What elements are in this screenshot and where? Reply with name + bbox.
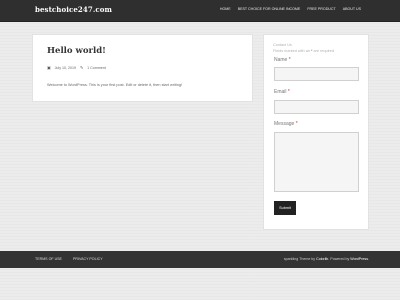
- site-footer: TERMS OF USE PRIVACY POLICY sparkling Th…: [0, 251, 400, 268]
- required-note: Fields marked with an * are required: [273, 48, 335, 53]
- footer-link-terms[interactable]: TERMS OF USE: [35, 257, 62, 261]
- calendar-icon: ▣: [47, 66, 51, 70]
- post-date[interactable]: July 10, 2019: [55, 66, 76, 70]
- name-field[interactable]: [274, 67, 359, 81]
- comment-icon: ✎: [79, 66, 84, 70]
- nav-item-free-product[interactable]: FREE PRODUCT: [307, 7, 335, 11]
- message-field[interactable]: [274, 132, 359, 192]
- post-comments-link[interactable]: 1 Comment: [87, 66, 106, 70]
- footer-link-privacy[interactable]: PRIVACY POLICY: [73, 257, 103, 261]
- site-header: bestchoice247.com HOME BEST CHOICE FOR O…: [0, 0, 400, 22]
- post-card: Hello world! ▣ July 10, 2019 ✎ 1 Comment…: [32, 34, 253, 102]
- nav-item-best-choice[interactable]: BEST CHOICE FOR ONLINE INCOME: [238, 7, 301, 11]
- post-title[interactable]: Hello world!: [47, 46, 106, 56]
- post-meta: ▣ July 10, 2019 ✎ 1 Comment: [47, 65, 106, 71]
- nav-item-about-us[interactable]: ABOUT US: [343, 7, 361, 11]
- site-title[interactable]: bestchoice247.com: [35, 5, 112, 14]
- credit-author-link[interactable]: Colorlib: [316, 257, 328, 261]
- name-label: Name *: [274, 57, 291, 63]
- email-field[interactable]: [274, 100, 359, 114]
- form-heading: Contact Us Fields marked with an * are r…: [273, 43, 334, 54]
- footer-credit: sparkling Theme by Colorlib. Powered by …: [283, 257, 369, 261]
- main-nav: HOME BEST CHOICE FOR ONLINE INCOME FREE …: [220, 7, 361, 11]
- footer-links: TERMS OF USE PRIVACY POLICY: [35, 257, 103, 261]
- post-excerpt: Welcome to WordPress. This is your first…: [47, 83, 183, 87]
- credit-platform-link[interactable]: WordPress: [350, 257, 368, 261]
- contact-widget: Contact Us Fields marked with an * are r…: [263, 34, 369, 230]
- message-label: Message *: [274, 121, 298, 127]
- email-label: Email *: [274, 89, 290, 95]
- nav-item-home[interactable]: HOME: [220, 7, 231, 11]
- submit-button[interactable]: Submit: [274, 201, 296, 215]
